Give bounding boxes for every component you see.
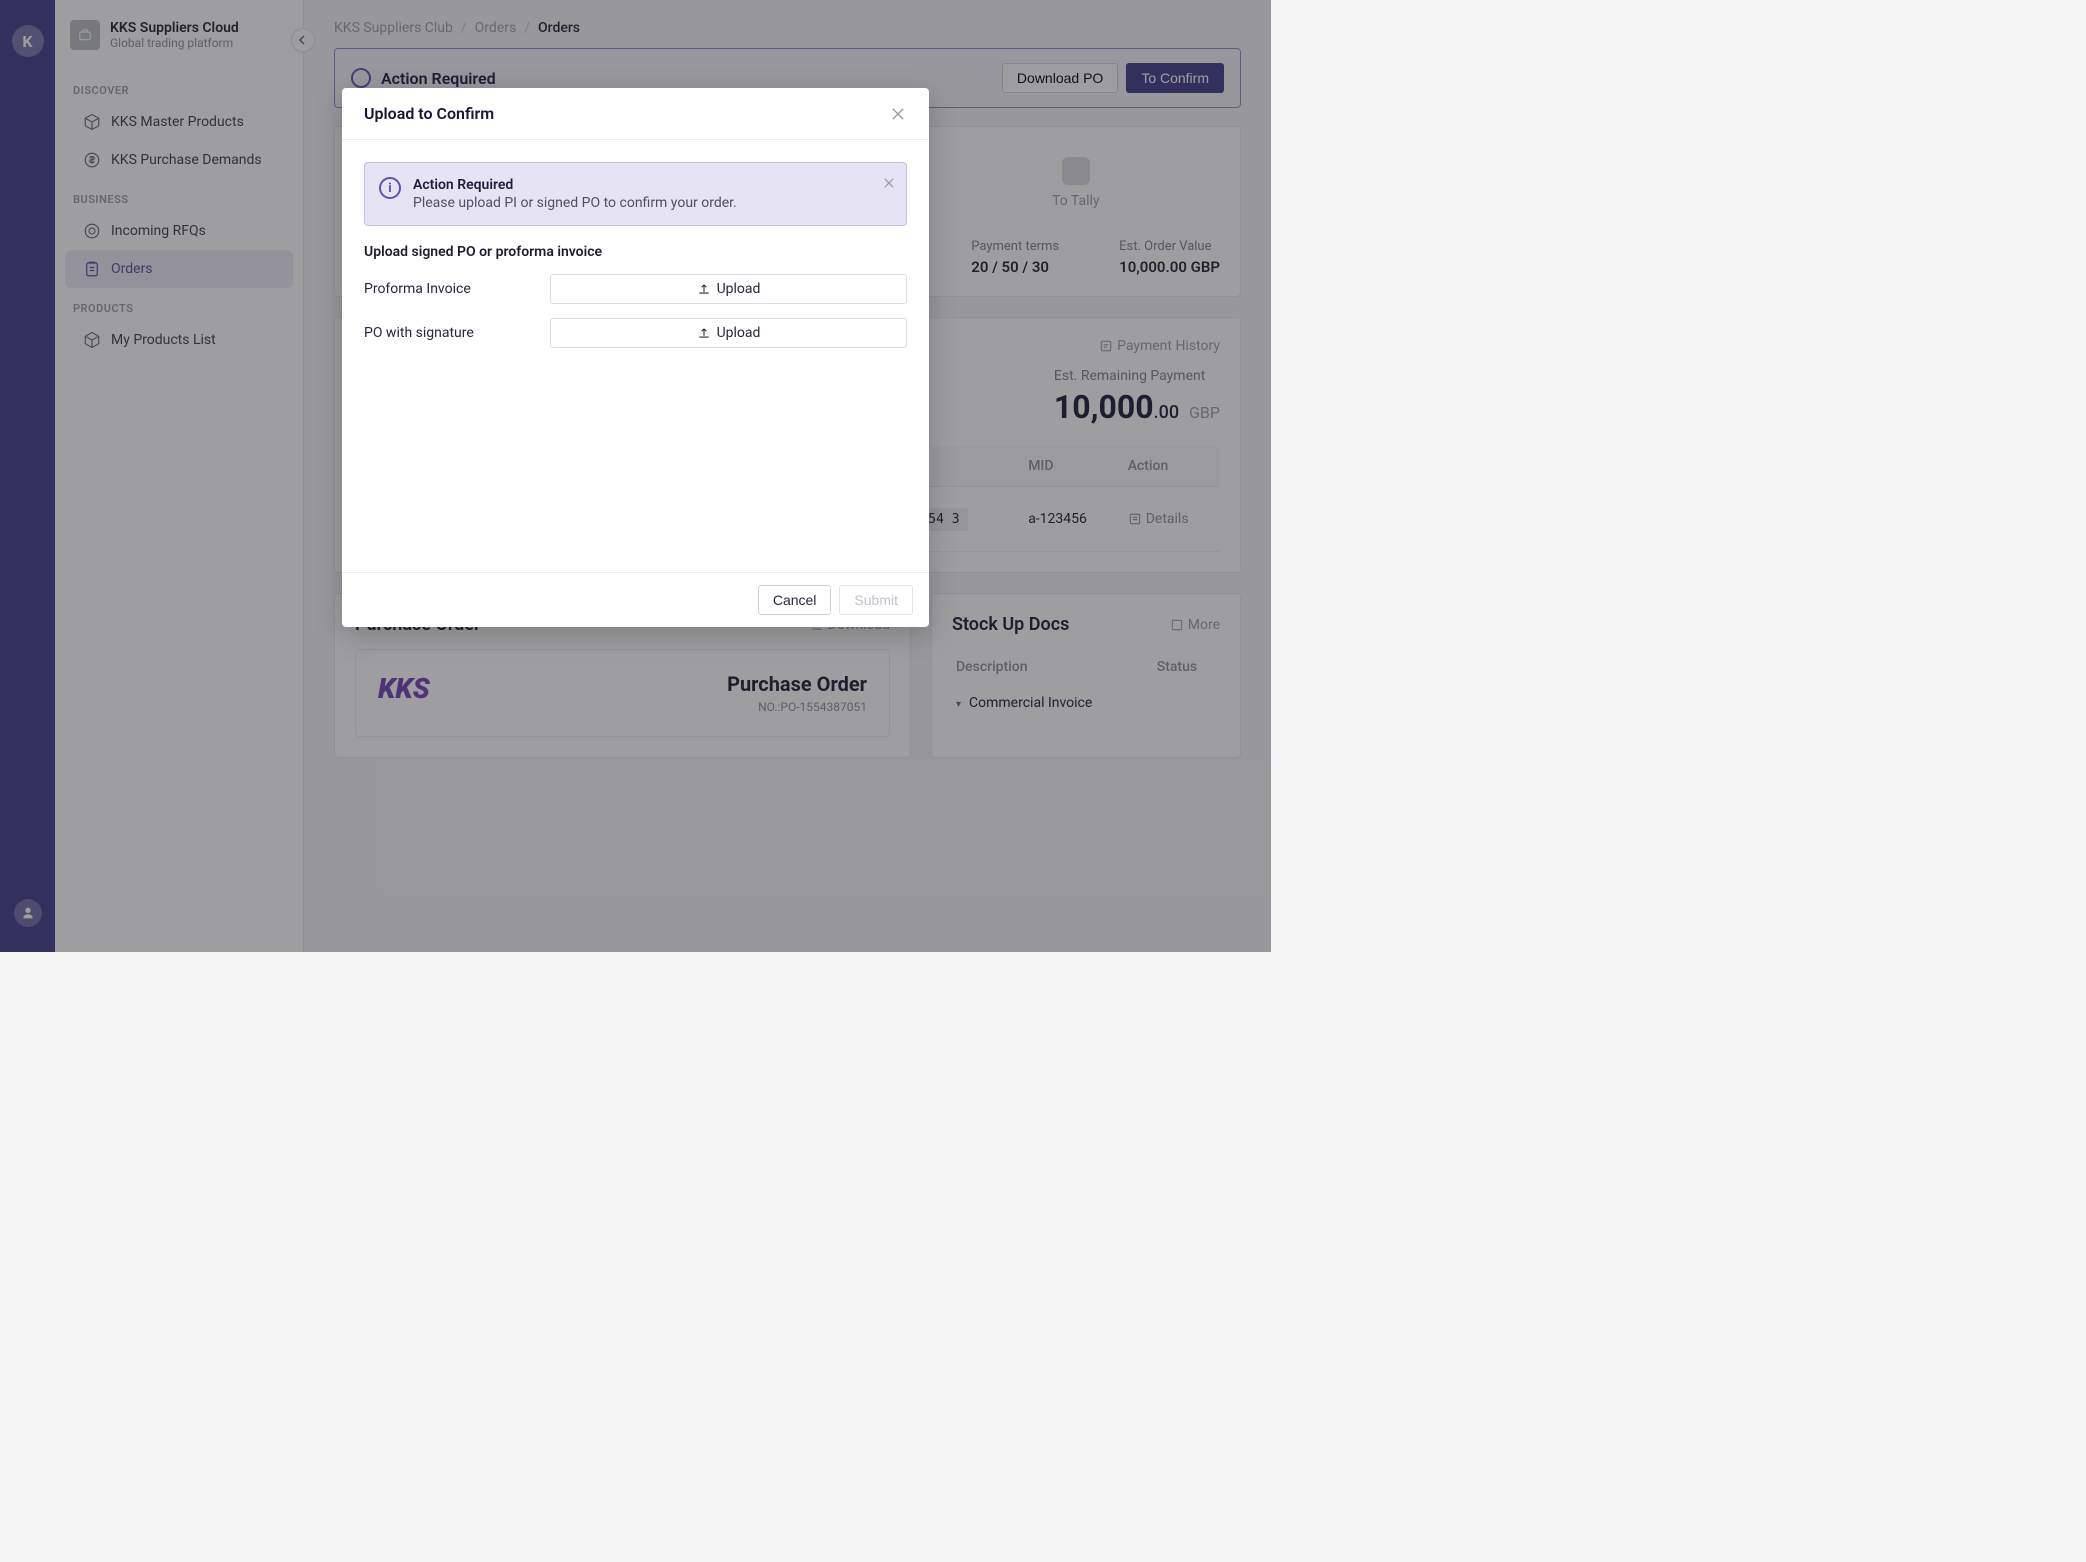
upload-section-label: Upload signed PO or proforma invoice [364,244,907,260]
info-icon: i [379,177,401,199]
modal-title: Upload to Confirm [364,104,494,123]
upload-proforma-button[interactable]: Upload [550,274,907,304]
dismiss-alert-icon[interactable] [884,173,894,192]
upload-icon [697,282,711,296]
modal-overlay[interactable]: Upload to Confirm i Action Required Plea… [0,0,1271,952]
modal-alert-message: Please upload PI or signed PO to confirm… [413,195,737,211]
cancel-button[interactable]: Cancel [758,585,832,615]
submit-button[interactable]: Submit [839,585,913,615]
modal-alert-title: Action Required [413,177,737,193]
close-icon[interactable] [889,105,907,123]
upload-po-signature-button[interactable]: Upload [550,318,907,348]
upload-icon [697,326,711,340]
po-signature-label: PO with signature [364,325,550,341]
proforma-invoice-label: Proforma Invoice [364,281,550,297]
upload-confirm-modal: Upload to Confirm i Action Required Plea… [342,88,929,627]
modal-alert: i Action Required Please upload PI or si… [364,162,907,226]
